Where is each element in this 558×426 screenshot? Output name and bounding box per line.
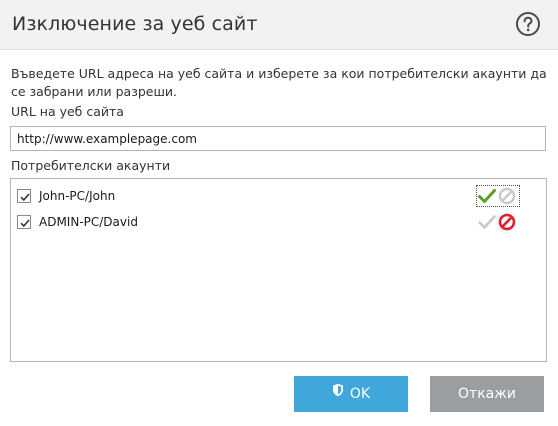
- help-icon[interactable]: [515, 11, 541, 37]
- checkmark-icon: [20, 193, 30, 202]
- account-checkbox[interactable]: [17, 215, 31, 229]
- accounts-list: John-PC/John ADMIN-PC/David: [10, 178, 547, 362]
- dialog-header: Изключение за уеб сайт: [0, 0, 558, 50]
- url-input[interactable]: [10, 126, 546, 151]
- allow-check-icon[interactable]: [477, 212, 497, 232]
- url-label: URL на уеб сайта: [11, 104, 124, 119]
- accounts-label: Потребителски акаунти: [11, 158, 171, 173]
- block-icon[interactable]: [497, 212, 517, 232]
- account-row: John-PC/John: [11, 185, 546, 207]
- allow-check-icon[interactable]: [477, 186, 497, 206]
- account-name: ADMIN-PC/David: [39, 215, 138, 229]
- permission-toggle[interactable]: [477, 212, 519, 232]
- cancel-button[interactable]: Откажи: [430, 376, 544, 412]
- shield-icon: [332, 375, 344, 411]
- dialog-description: Въведете URL адреса на уеб сайта и избер…: [11, 66, 547, 99]
- account-name: John-PC/John: [39, 189, 116, 203]
- ok-button[interactable]: OK: [294, 376, 408, 412]
- block-icon[interactable]: [497, 186, 517, 206]
- website-exclusion-dialog: Изключение за уеб сайт Въведете URL адре…: [0, 0, 558, 426]
- account-checkbox[interactable]: [17, 189, 31, 203]
- permission-toggle[interactable]: [476, 185, 520, 207]
- checkmark-icon: [20, 219, 30, 228]
- account-row: ADMIN-PC/David: [11, 211, 546, 233]
- ok-button-label: OK: [349, 386, 371, 402]
- cancel-button-label: Откажи: [458, 386, 516, 402]
- dialog-title: Изключение за уеб сайт: [12, 13, 258, 35]
